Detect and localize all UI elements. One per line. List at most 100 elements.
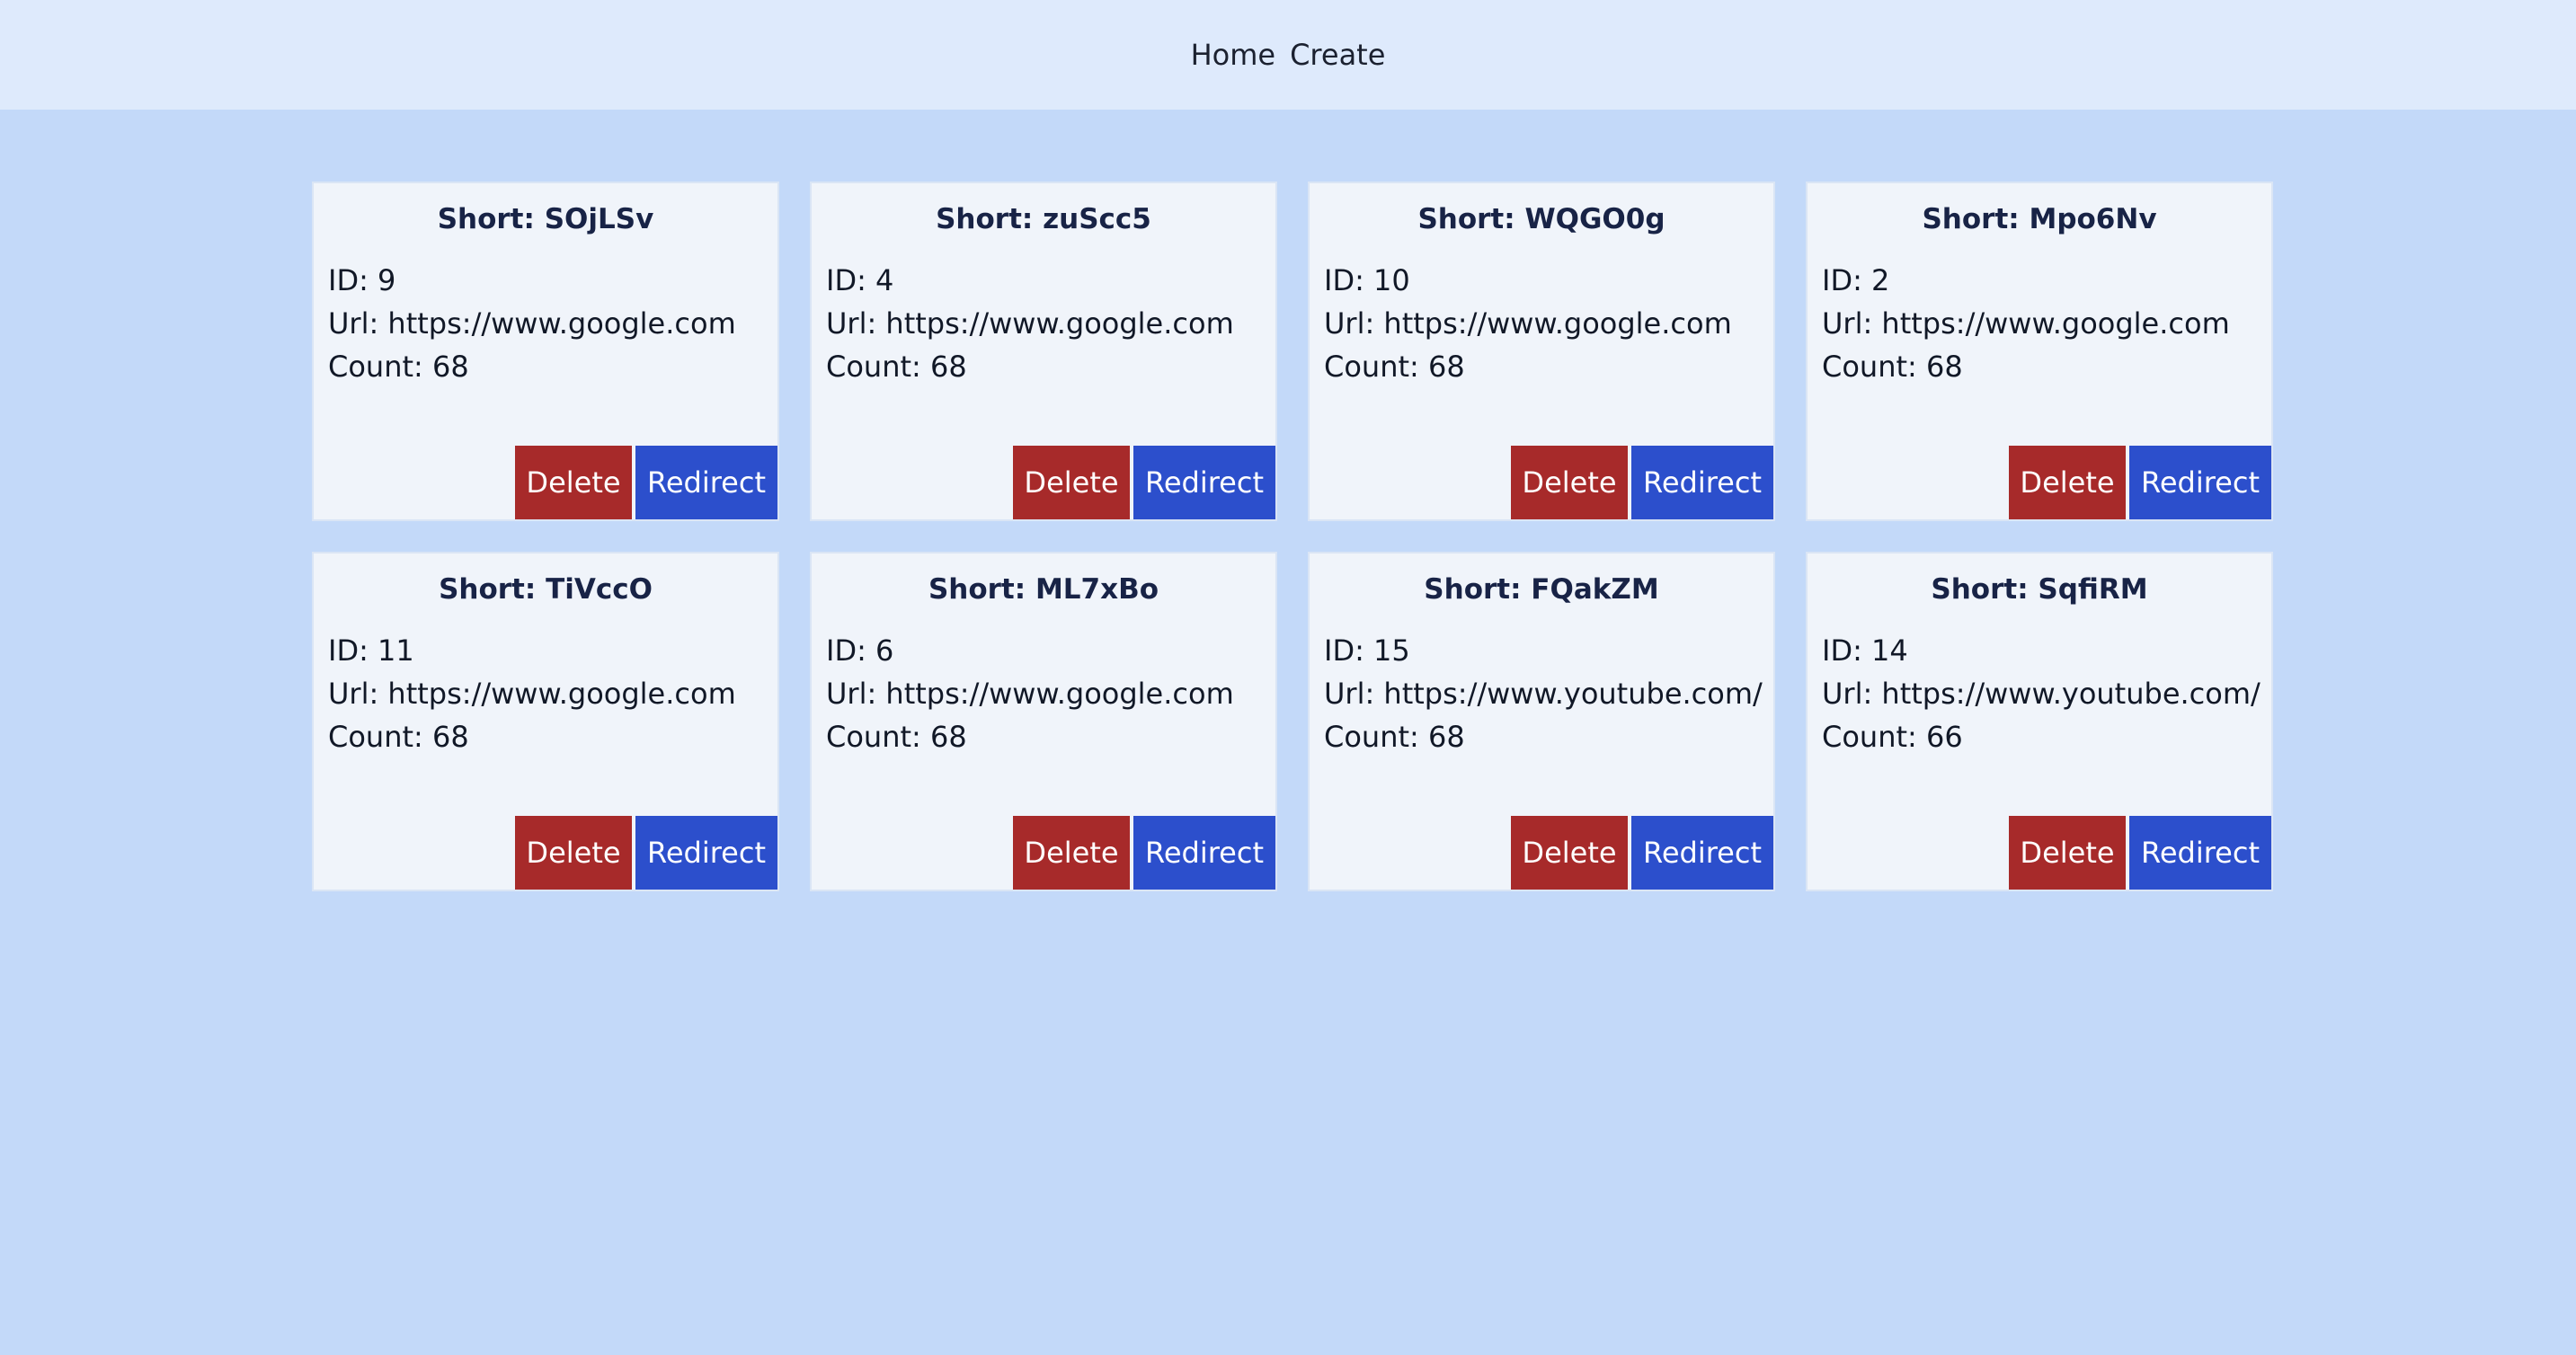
url-line: Url: https://www.google.com [328,302,736,345]
id-value: 9 [378,263,396,297]
redirect-button[interactable]: Redirect [1631,446,1773,519]
card-actions: Delete Redirect [1511,816,1773,890]
id-prefix: ID: [328,263,378,297]
card-title: Short: Mpo6Nv [1808,203,2271,235]
url-line: Url: https://www.google.com [1822,302,2230,345]
nav-create-link[interactable]: Create [1290,38,1385,72]
link-card: Short: SOjLSv ID: 9 Url: https://www.goo… [312,182,779,521]
delete-button[interactable]: Delete [1511,446,1628,519]
delete-button[interactable]: Delete [1013,446,1130,519]
count-line: Count: 68 [328,345,736,388]
card-title: Short: FQakZM [1310,573,1773,606]
count-prefix: Count: [826,350,930,384]
url-prefix: Url: [826,677,886,711]
id-line: ID: 15 [1324,629,1763,672]
card-title: Short: ML7xBo [812,573,1275,606]
card-actions: Delete Redirect [2009,446,2271,519]
url-value: https://www.youtube.com/ [1383,677,1763,711]
id-line: ID: 10 [1324,259,1732,302]
count-value: 68 [929,350,967,384]
delete-button[interactable]: Delete [515,446,632,519]
link-card: Short: Mpo6Nv ID: 2 Url: https://www.goo… [1806,182,2273,521]
nav-home-link[interactable]: Home [1191,38,1276,72]
id-prefix: ID: [1324,263,1374,297]
card-info: ID: 10 Url: https://www.google.com Count… [1324,259,1732,388]
redirect-button[interactable]: Redirect [1133,816,1275,890]
card-info: ID: 9 Url: https://www.google.com Count:… [328,259,736,388]
count-line: Count: 68 [826,715,1234,758]
card-actions: Delete Redirect [515,446,777,519]
id-line: ID: 4 [826,259,1234,302]
card-title: Short: SOjLSv [314,203,777,235]
short-prefix: Short: [437,203,545,235]
redirect-button[interactable]: Redirect [2129,446,2271,519]
id-value: 6 [875,633,894,668]
url-prefix: Url: [328,306,388,341]
delete-button[interactable]: Delete [2009,816,2126,890]
url-line: Url: https://www.google.com [826,302,1234,345]
top-nav: Home Create [0,0,2576,110]
url-value: https://www.google.com [885,306,1234,341]
count-line: Count: 68 [328,715,736,758]
url-prefix: Url: [1822,677,1882,711]
url-value: https://www.google.com [885,677,1234,711]
card-info: ID: 4 Url: https://www.google.com Count:… [826,259,1234,388]
count-prefix: Count: [328,350,432,384]
count-value: 68 [431,720,469,754]
url-value: https://www.google.com [1881,306,2230,341]
count-prefix: Count: [826,720,930,754]
redirect-button[interactable]: Redirect [1133,446,1275,519]
url-line: Url: https://www.youtube.com/ [1324,672,1763,715]
id-prefix: ID: [1822,633,1872,668]
url-value: https://www.google.com [1383,306,1732,341]
link-card: Short: ML7xBo ID: 6 Url: https://www.goo… [810,552,1277,891]
redirect-button[interactable]: Redirect [2129,816,2271,890]
link-card: Short: SqfiRM ID: 14 Url: https://www.yo… [1806,552,2273,891]
short-code: Mpo6Nv [2029,203,2157,235]
redirect-button[interactable]: Redirect [635,446,777,519]
short-prefix: Short: [1417,203,1525,235]
link-card: Short: WQGO0g ID: 10 Url: https://www.go… [1308,182,1775,521]
short-code: zuScc5 [1043,203,1151,235]
card-actions: Delete Redirect [2009,816,2271,890]
delete-button[interactable]: Delete [1013,816,1130,890]
card-info: ID: 15 Url: https://www.youtube.com/ Cou… [1324,629,1763,758]
delete-button[interactable]: Delete [1511,816,1628,890]
delete-button[interactable]: Delete [2009,446,2126,519]
url-value: https://www.google.com [387,677,736,711]
url-prefix: Url: [1324,306,1384,341]
id-value: 2 [1871,263,1890,297]
card-title: Short: WQGO0g [1310,203,1773,235]
short-prefix: Short: [439,573,546,606]
card-title: Short: TiVccO [314,573,777,606]
redirect-button[interactable]: Redirect [1631,816,1773,890]
delete-button[interactable]: Delete [515,816,632,890]
short-prefix: Short: [1424,573,1532,606]
card-info: ID: 6 Url: https://www.google.com Count:… [826,629,1234,758]
link-card: Short: zuScc5 ID: 4 Url: https://www.goo… [810,182,1277,521]
id-prefix: ID: [1324,633,1374,668]
redirect-button[interactable]: Redirect [635,816,777,890]
card-actions: Delete Redirect [1013,446,1275,519]
count-prefix: Count: [1822,720,1926,754]
url-prefix: Url: [328,677,388,711]
count-prefix: Count: [1324,350,1428,384]
short-code: ML7xBo [1035,573,1159,606]
id-prefix: ID: [826,263,876,297]
card-actions: Delete Redirect [515,816,777,890]
id-prefix: ID: [826,633,876,668]
url-line: Url: https://www.youtube.com/ [1822,672,2261,715]
card-actions: Delete Redirect [1013,816,1275,890]
id-value: 10 [1373,263,1410,297]
short-code: TiVccO [546,573,653,606]
count-prefix: Count: [1324,720,1428,754]
short-prefix: Short: [928,573,1035,606]
url-line: Url: https://www.google.com [328,672,736,715]
card-title: Short: SqfiRM [1808,573,2271,606]
url-line: Url: https://www.google.com [1324,302,1732,345]
count-value: 68 [1427,720,1465,754]
short-prefix: Short: [1931,573,2039,606]
card-info: ID: 14 Url: https://www.youtube.com/ Cou… [1822,629,2261,758]
link-card-grid: Short: SOjLSv ID: 9 Url: https://www.goo… [66,182,2519,891]
card-info: ID: 2 Url: https://www.google.com Count:… [1822,259,2230,388]
